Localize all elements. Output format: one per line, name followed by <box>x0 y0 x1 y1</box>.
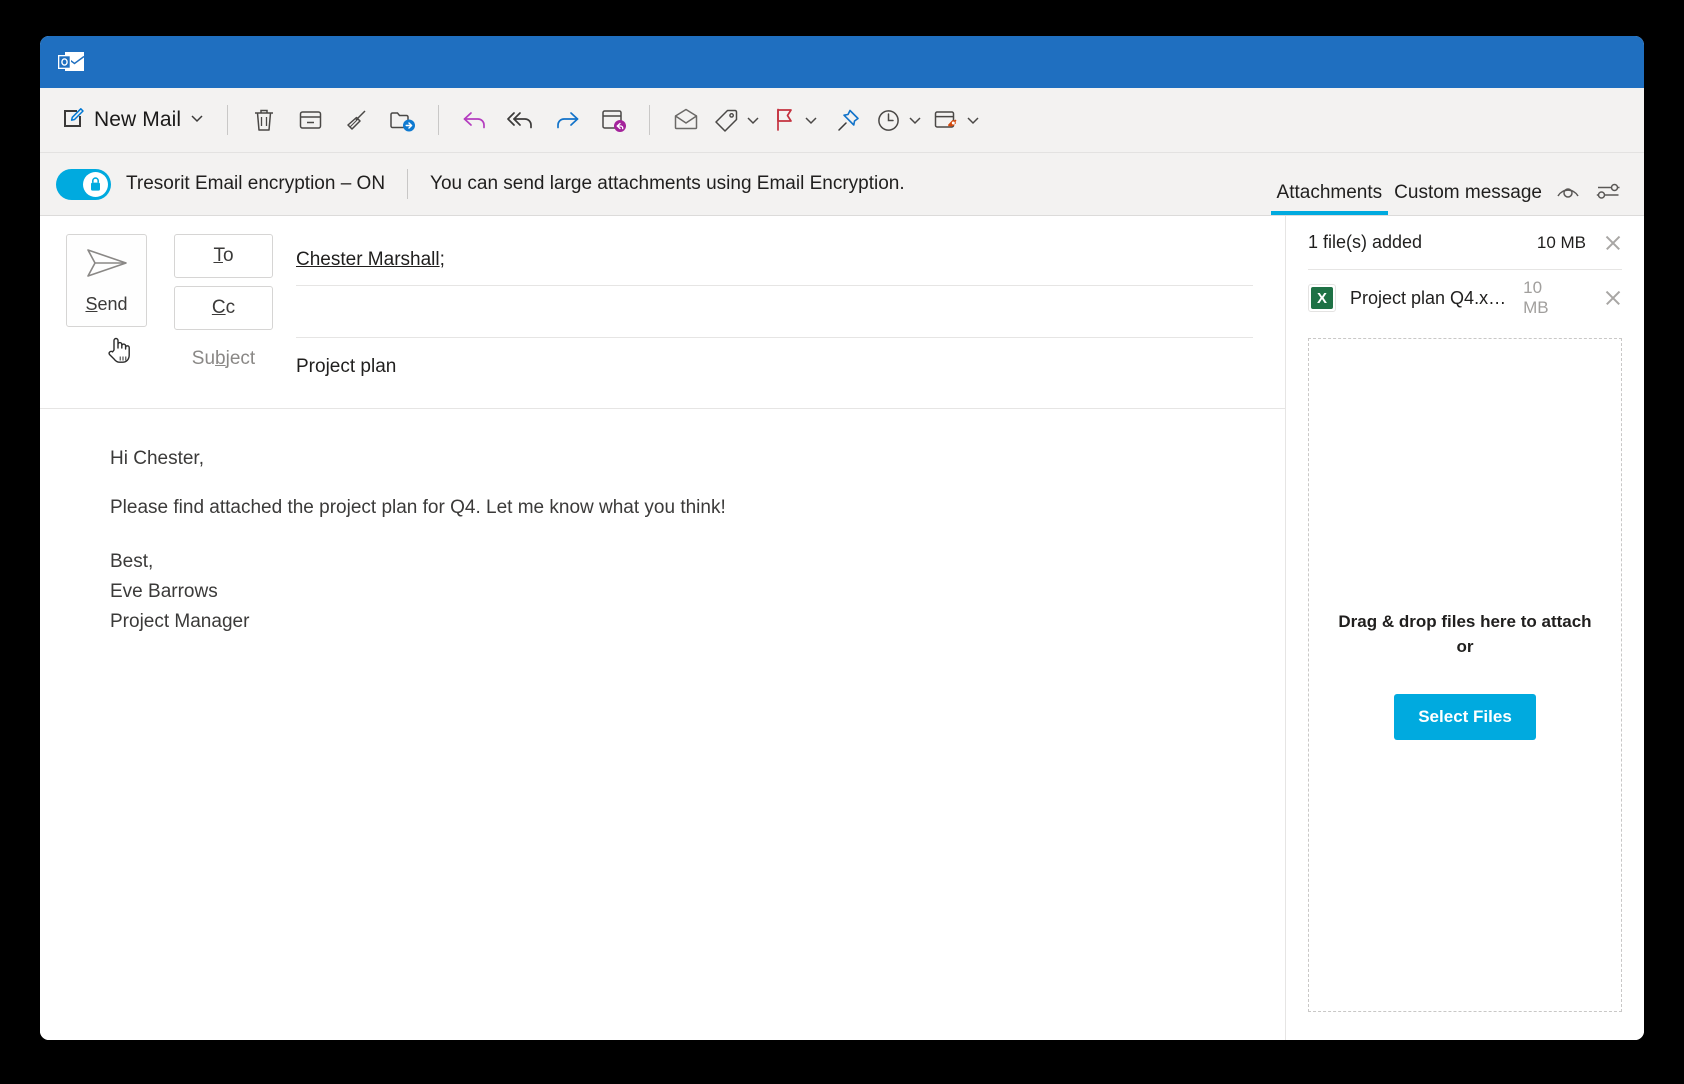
panel-tabs: Attachments Custom message <box>1270 153 1628 215</box>
compose-area: Send To Cc Subject Chester Marshall ; Pr… <box>40 216 1286 1040</box>
toolbar-divider-3 <box>649 105 651 135</box>
send-button-label: Send <box>85 294 128 314</box>
new-mail-label: New Mail <box>94 108 182 131</box>
dropzone-line-2: or <box>1456 637 1474 656</box>
body-line-greeting: Hi Chester, <box>110 448 204 469</box>
flag-chevron-down-icon[interactable] <box>801 99 821 141</box>
dropzone-instructions: Drag & drop files here to attach or <box>1338 610 1591 659</box>
send-button[interactable]: Send <box>66 234 147 327</box>
window-titlebar <box>40 36 1644 88</box>
encryption-status-label: Tresorit Email encryption – ON <box>126 173 386 194</box>
attachments-summary-row: 1 file(s) added 10 MB <box>1308 216 1622 270</box>
attachment-list-item[interactable]: X Project plan Q4.xlsx 10 MB <box>1308 270 1622 326</box>
toolbar-divider <box>227 105 229 135</box>
compose-headers: Send To Cc Subject Chester Marshall ; Pr… <box>40 216 1285 409</box>
outlook-logo-icon <box>56 49 86 75</box>
toolbar-divider-2 <box>438 105 440 135</box>
recipient-separator: ; <box>439 248 445 270</box>
delete-icon[interactable] <box>241 99 287 141</box>
chevron-down-icon <box>190 111 204 130</box>
compose-pencil-icon <box>62 106 85 134</box>
categorize-chevron-down-icon[interactable] <box>743 99 763 141</box>
cc-field-button[interactable]: Cc <box>174 286 273 330</box>
field-value-column: Chester Marshall; Project plan <box>296 234 1285 392</box>
move-to-icon[interactable] <box>379 99 425 141</box>
categorize-icon[interactable] <box>709 99 743 141</box>
rules-chevron-down-icon[interactable] <box>963 99 983 141</box>
attachments-panel: 1 file(s) added 10 MB X Project plan Q4.… <box>1286 216 1644 1040</box>
tab-custom-message[interactable]: Custom message <box>1388 182 1548 215</box>
lock-icon <box>83 171 108 197</box>
field-label-column: To Cc Subject <box>174 234 274 392</box>
encryption-toggle[interactable] <box>56 168 111 200</box>
body-line-title: Project Manager <box>110 611 250 633</box>
rules-icon[interactable] <box>929 99 963 141</box>
archive-icon[interactable] <box>287 99 333 141</box>
snooze-icon[interactable] <box>871 99 905 141</box>
hand-pointer-cursor <box>106 334 132 364</box>
tab-attachments[interactable]: Attachments <box>1270 182 1389 215</box>
reply-all-icon[interactable] <box>498 99 544 141</box>
to-label: To <box>213 245 234 266</box>
encryption-divider <box>407 169 409 199</box>
to-input[interactable]: Chester Marshall; <box>296 234 1253 286</box>
to-field-button[interactable]: To <box>174 234 273 278</box>
paper-plane-icon <box>84 246 130 285</box>
body-line-name: Eve Barrows <box>110 581 218 603</box>
attachments-summary-label: 1 file(s) added <box>1308 232 1423 252</box>
clear-all-attachments-close-icon[interactable] <box>1604 234 1622 252</box>
subject-input[interactable]: Project plan <box>296 342 1253 392</box>
flag-icon[interactable] <box>767 99 801 141</box>
sliders-icon[interactable] <box>1588 171 1628 211</box>
eye-icon[interactable] <box>1548 171 1588 211</box>
excel-file-icon-letter: X <box>1311 287 1333 309</box>
body-line-main: Please find attached the project plan fo… <box>110 497 726 518</box>
remove-attachment-close-icon[interactable] <box>1604 289 1622 307</box>
attachment-file-size: 10 MB <box>1523 278 1549 317</box>
send-column: Send <box>66 234 150 392</box>
screenshot-root: New Mail Tresorit Email encryption – ON … <box>0 0 1684 1084</box>
new-mail-button[interactable]: New Mail <box>54 100 214 140</box>
recipient-chip[interactable]: Chester Marshall <box>296 249 440 271</box>
attachment-file-name: Project plan Q4.xlsx <box>1350 287 1510 308</box>
body-line-signoff: Best, <box>110 551 154 572</box>
forward-icon[interactable] <box>544 99 590 141</box>
excel-file-icon: X <box>1308 284 1336 312</box>
cc-label: Cc <box>211 297 236 318</box>
main-split: Send To Cc Subject Chester Marshall ; Pr… <box>40 216 1644 1040</box>
reply-icon[interactable] <box>452 99 498 141</box>
mark-unread-icon[interactable] <box>663 99 709 141</box>
snooze-chevron-down-icon[interactable] <box>905 99 925 141</box>
attachments-total-size: 10 MB <box>1536 232 1586 252</box>
sweep-icon[interactable] <box>333 99 379 141</box>
encryption-bar: Tresorit Email encryption – ON You can s… <box>40 153 1644 216</box>
pin-icon[interactable] <box>825 99 871 141</box>
cc-input[interactable] <box>296 286 1253 338</box>
select-files-button[interactable]: Select Files <box>1394 693 1536 740</box>
dropzone-line-1: Drag & drop files here to attach <box>1338 612 1592 632</box>
ribbon-toolbar: New Mail <box>40 88 1644 153</box>
subject-label: Subject <box>191 348 256 369</box>
meeting-reply-icon[interactable] <box>590 99 636 141</box>
attachment-dropzone[interactable]: Drag & drop files here to attach or Sele… <box>1308 338 1622 1012</box>
outlook-compose-window: New Mail Tresorit Email encryption – ON … <box>40 36 1644 1040</box>
message-body[interactable]: Hi Chester, Please find attached the pro… <box>40 409 1285 1040</box>
encryption-hint-text: You can send large attachments using Ema… <box>430 173 905 194</box>
